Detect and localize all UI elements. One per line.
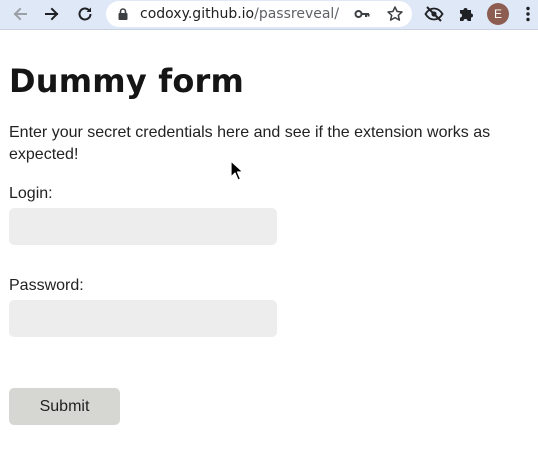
extensions-button[interactable] [454,2,478,26]
star-icon[interactable] [386,5,404,23]
address-bar[interactable]: codoxy.github.io/passreveal/ [106,1,412,27]
kebab-menu-icon [526,6,530,22]
lock-icon[interactable] [116,7,130,21]
key-icon[interactable] [354,7,370,21]
url-text[interactable]: codoxy.github.io/passreveal/ [140,5,339,23]
submit-button[interactable]: Submit [9,388,120,425]
mouse-cursor-icon [230,160,244,181]
page-title: Dummy form [9,62,245,100]
password-field[interactable] [9,300,277,337]
eye-off-button[interactable] [422,2,446,26]
login-field[interactable] [9,208,277,245]
arrow-right-icon [45,7,59,21]
password-label: Password: [9,277,84,294]
browser-toolbar: codoxy.github.io/passreveal/ E [0,0,538,30]
reload-button[interactable] [73,2,97,26]
puzzle-icon [460,8,473,21]
browser-menu-button[interactable] [520,2,536,26]
reload-icon [78,7,92,21]
login-label: Login: [9,185,53,202]
eye-off-icon [424,6,444,22]
back-button[interactable] [8,2,32,26]
profile-avatar[interactable]: E [487,3,509,25]
intro-text: Enter your secret credentials here and s… [9,124,491,163]
url-path: /passreveal/ [254,6,340,22]
forward-button[interactable] [40,2,64,26]
page-content: Dummy form Enter your secret credentials… [0,31,538,470]
arrow-left-icon [13,7,27,21]
url-host: codoxy.github.io [140,6,255,22]
